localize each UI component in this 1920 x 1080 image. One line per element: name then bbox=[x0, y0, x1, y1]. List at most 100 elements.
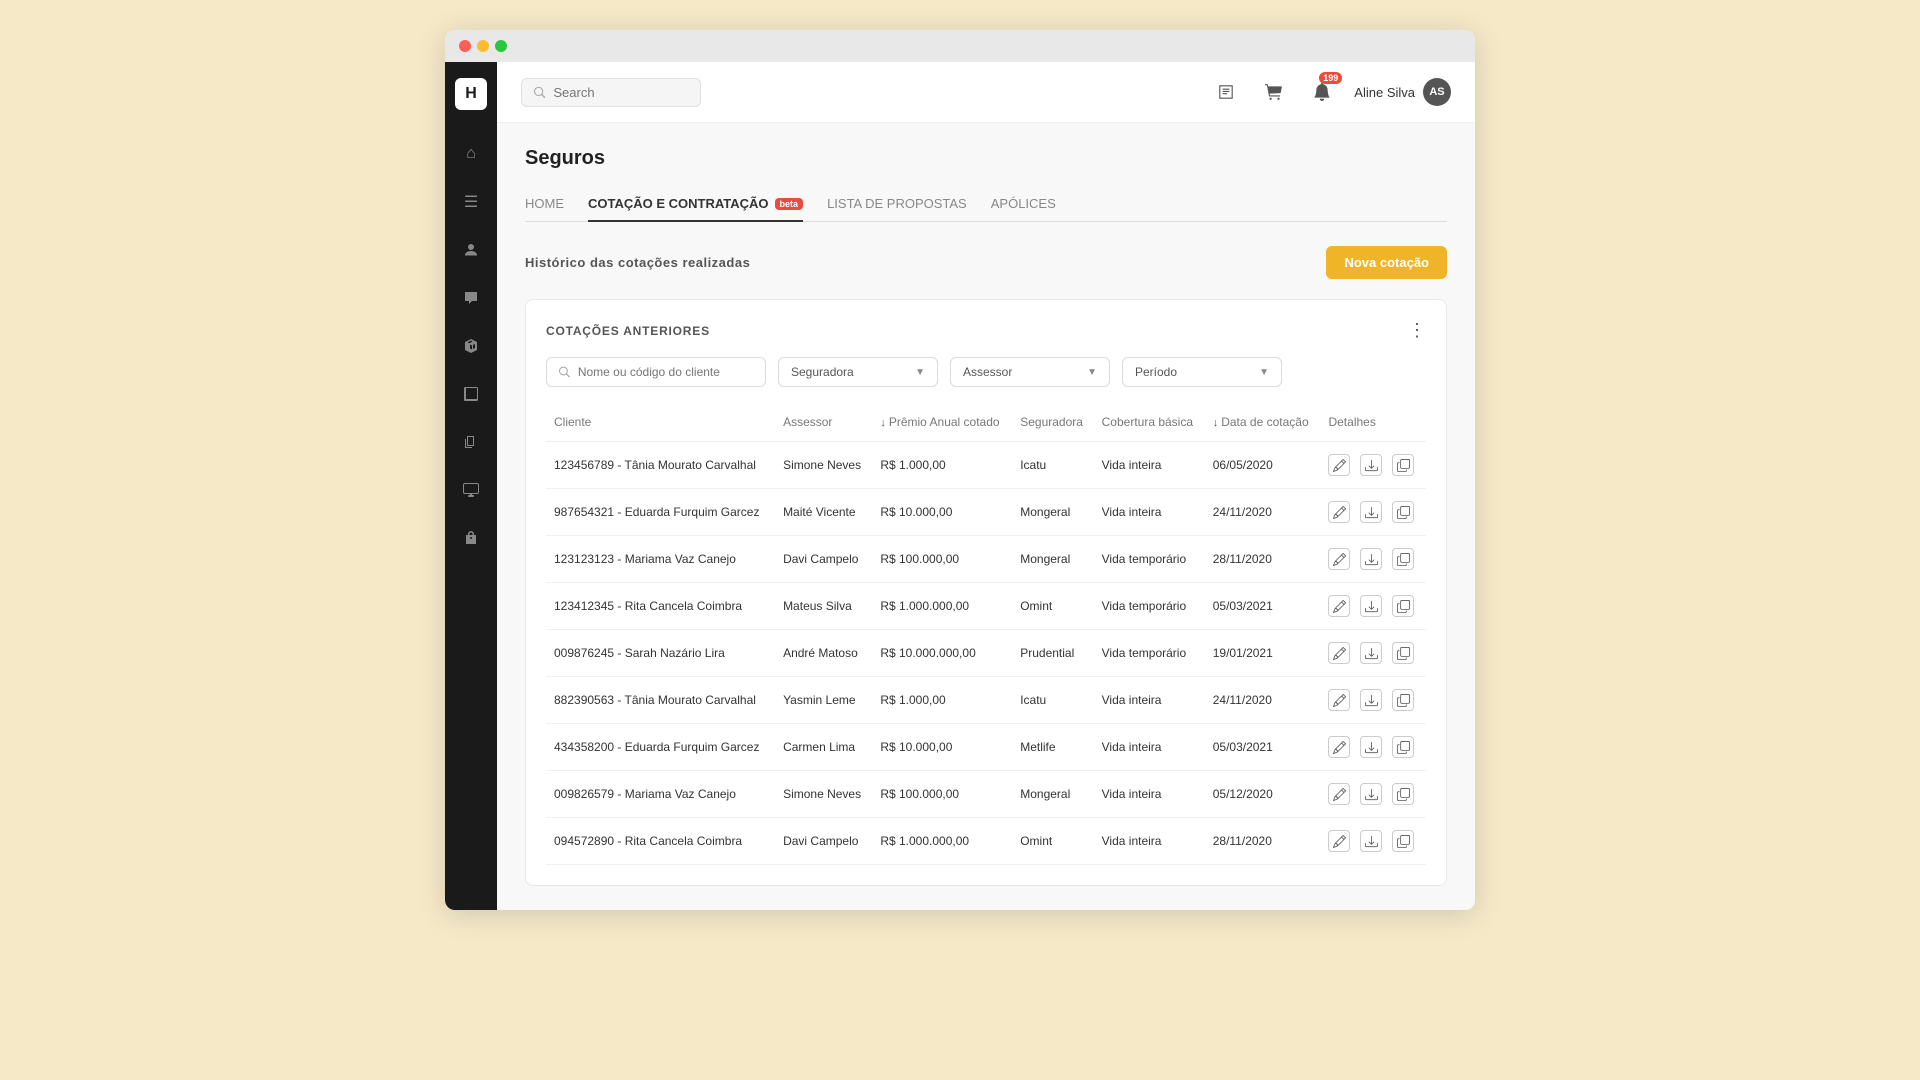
cell-detalhes bbox=[1320, 583, 1426, 630]
filters: Seguradora ▼ Assessor ▼ Período ▼ bbox=[546, 357, 1426, 387]
client-search-filter[interactable] bbox=[546, 357, 766, 387]
maximize-dot[interactable] bbox=[495, 40, 507, 52]
tab-cotacao[interactable]: COTAÇÃO E CONTRATAÇÃO beta bbox=[588, 190, 803, 221]
edit-button[interactable] bbox=[1328, 454, 1350, 476]
copy-button[interactable] bbox=[1392, 830, 1414, 852]
cart-icon[interactable] bbox=[1258, 76, 1290, 108]
chat-icon[interactable] bbox=[459, 286, 483, 310]
cell-assessor: Mateus Silva bbox=[775, 583, 872, 630]
seguradora-filter[interactable]: Seguradora ▼ bbox=[778, 357, 938, 387]
copy-icon[interactable] bbox=[459, 430, 483, 454]
cell-cobertura: Vida inteira bbox=[1094, 818, 1205, 865]
browser-chrome bbox=[445, 30, 1475, 62]
download-button[interactable] bbox=[1360, 642, 1382, 664]
lock-icon[interactable] bbox=[459, 526, 483, 550]
tab-home[interactable]: HOME bbox=[525, 190, 564, 221]
col-premio[interactable]: ↓Prêmio Anual cotado bbox=[872, 407, 1012, 442]
cell-detalhes bbox=[1320, 818, 1426, 865]
cell-premio: R$ 10.000.000,00 bbox=[872, 630, 1012, 677]
cell-assessor: André Matoso bbox=[775, 630, 872, 677]
edit-button[interactable] bbox=[1328, 501, 1350, 523]
cell-detalhes bbox=[1320, 442, 1426, 489]
assessor-filter[interactable]: Assessor ▼ bbox=[950, 357, 1110, 387]
edit-button[interactable] bbox=[1328, 595, 1350, 617]
cell-detalhes bbox=[1320, 724, 1426, 771]
edit-button[interactable] bbox=[1328, 548, 1350, 570]
download-button[interactable] bbox=[1360, 454, 1382, 476]
cell-cobertura: Vida temporário bbox=[1094, 536, 1205, 583]
cell-cliente: 009826579 - Mariama Vaz Canejo bbox=[546, 771, 775, 818]
more-options-icon[interactable]: ⋮ bbox=[1408, 320, 1426, 341]
cell-cobertura: Vida inteira bbox=[1094, 771, 1205, 818]
edit-button[interactable] bbox=[1328, 783, 1350, 805]
periodo-filter[interactable]: Período ▼ bbox=[1122, 357, 1282, 387]
cell-cobertura: Vida temporário bbox=[1094, 630, 1205, 677]
download-button[interactable] bbox=[1360, 595, 1382, 617]
cell-seguradora: Mongeral bbox=[1012, 771, 1093, 818]
edit-button[interactable] bbox=[1328, 642, 1350, 664]
user-name: Aline Silva bbox=[1354, 85, 1415, 100]
download-button[interactable] bbox=[1360, 548, 1382, 570]
cell-premio: R$ 10.000,00 bbox=[872, 489, 1012, 536]
search-box[interactable] bbox=[521, 78, 701, 107]
col-cliente: Cliente bbox=[546, 407, 775, 442]
minimize-dot[interactable] bbox=[477, 40, 489, 52]
cell-assessor: Maité Vicente bbox=[775, 489, 872, 536]
cell-cliente: 009876245 - Sarah Nazário Lira bbox=[546, 630, 775, 677]
book-icon[interactable] bbox=[459, 382, 483, 406]
cell-assessor: Davi Campelo bbox=[775, 818, 872, 865]
periodo-dropdown-icon: ▼ bbox=[1259, 367, 1269, 378]
copy-button[interactable] bbox=[1392, 454, 1414, 476]
edit-button[interactable] bbox=[1328, 830, 1350, 852]
tab-apolices[interactable]: APÓLICES bbox=[991, 190, 1056, 221]
cell-assessor: Simone Neves bbox=[775, 442, 872, 489]
download-button[interactable] bbox=[1360, 501, 1382, 523]
home-icon[interactable]: ⌂ bbox=[459, 142, 483, 166]
table-row: 009826579 - Mariama Vaz Canejo Simone Ne… bbox=[546, 771, 1426, 818]
copy-button[interactable] bbox=[1392, 595, 1414, 617]
copy-button[interactable] bbox=[1392, 783, 1414, 805]
cell-cliente: 987654321 - Eduarda Furquim Garcez bbox=[546, 489, 775, 536]
download-button[interactable] bbox=[1360, 830, 1382, 852]
download-button[interactable] bbox=[1360, 783, 1382, 805]
cell-seguradora: Icatu bbox=[1012, 442, 1093, 489]
edit-button[interactable] bbox=[1328, 736, 1350, 758]
cell-detalhes bbox=[1320, 489, 1426, 536]
close-dot[interactable] bbox=[459, 40, 471, 52]
cell-data: 19/01/2021 bbox=[1205, 630, 1321, 677]
tab-lista-propostas[interactable]: LISTA DE PROPOSTAS bbox=[827, 190, 967, 221]
notification-icon[interactable]: 199 bbox=[1306, 76, 1338, 108]
client-filter-input[interactable] bbox=[578, 365, 753, 379]
copy-button[interactable] bbox=[1392, 689, 1414, 711]
person-icon[interactable] bbox=[459, 238, 483, 262]
cell-premio: R$ 1.000.000,00 bbox=[872, 583, 1012, 630]
search-input[interactable] bbox=[553, 85, 688, 100]
col-data[interactable]: ↓Data de cotação bbox=[1205, 407, 1321, 442]
copy-button[interactable] bbox=[1392, 736, 1414, 758]
tabs: HOME COTAÇÃO E CONTRATAÇÃO beta LISTA DE… bbox=[525, 190, 1447, 222]
box-icon[interactable] bbox=[459, 334, 483, 358]
sidebar-logo[interactable]: H bbox=[455, 78, 487, 110]
copy-button[interactable] bbox=[1392, 642, 1414, 664]
copy-button[interactable] bbox=[1392, 548, 1414, 570]
col-detalhes: Detalhes bbox=[1320, 407, 1426, 442]
cell-cobertura: Vida inteira bbox=[1094, 489, 1205, 536]
page-title: Seguros bbox=[525, 147, 1447, 170]
nova-cotacao-button[interactable]: Nova cotação bbox=[1326, 246, 1447, 279]
cell-assessor: Carmen Lima bbox=[775, 724, 872, 771]
sort-down-icon: ↓ bbox=[880, 417, 886, 429]
user-info[interactable]: Aline Silva AS bbox=[1354, 78, 1451, 106]
cell-seguradora: Mongeral bbox=[1012, 489, 1093, 536]
list-icon[interactable]: ☰ bbox=[459, 190, 483, 214]
filter-search-icon bbox=[559, 366, 570, 378]
notes-icon[interactable] bbox=[1210, 76, 1242, 108]
cell-premio: R$ 10.000,00 bbox=[872, 724, 1012, 771]
monitor-icon[interactable] bbox=[459, 478, 483, 502]
tab-beta-badge: beta bbox=[775, 198, 804, 210]
edit-button[interactable] bbox=[1328, 689, 1350, 711]
copy-button[interactable] bbox=[1392, 501, 1414, 523]
download-button[interactable] bbox=[1360, 689, 1382, 711]
download-button[interactable] bbox=[1360, 736, 1382, 758]
cell-seguradora: Icatu bbox=[1012, 677, 1093, 724]
col-assessor: Assessor bbox=[775, 407, 872, 442]
